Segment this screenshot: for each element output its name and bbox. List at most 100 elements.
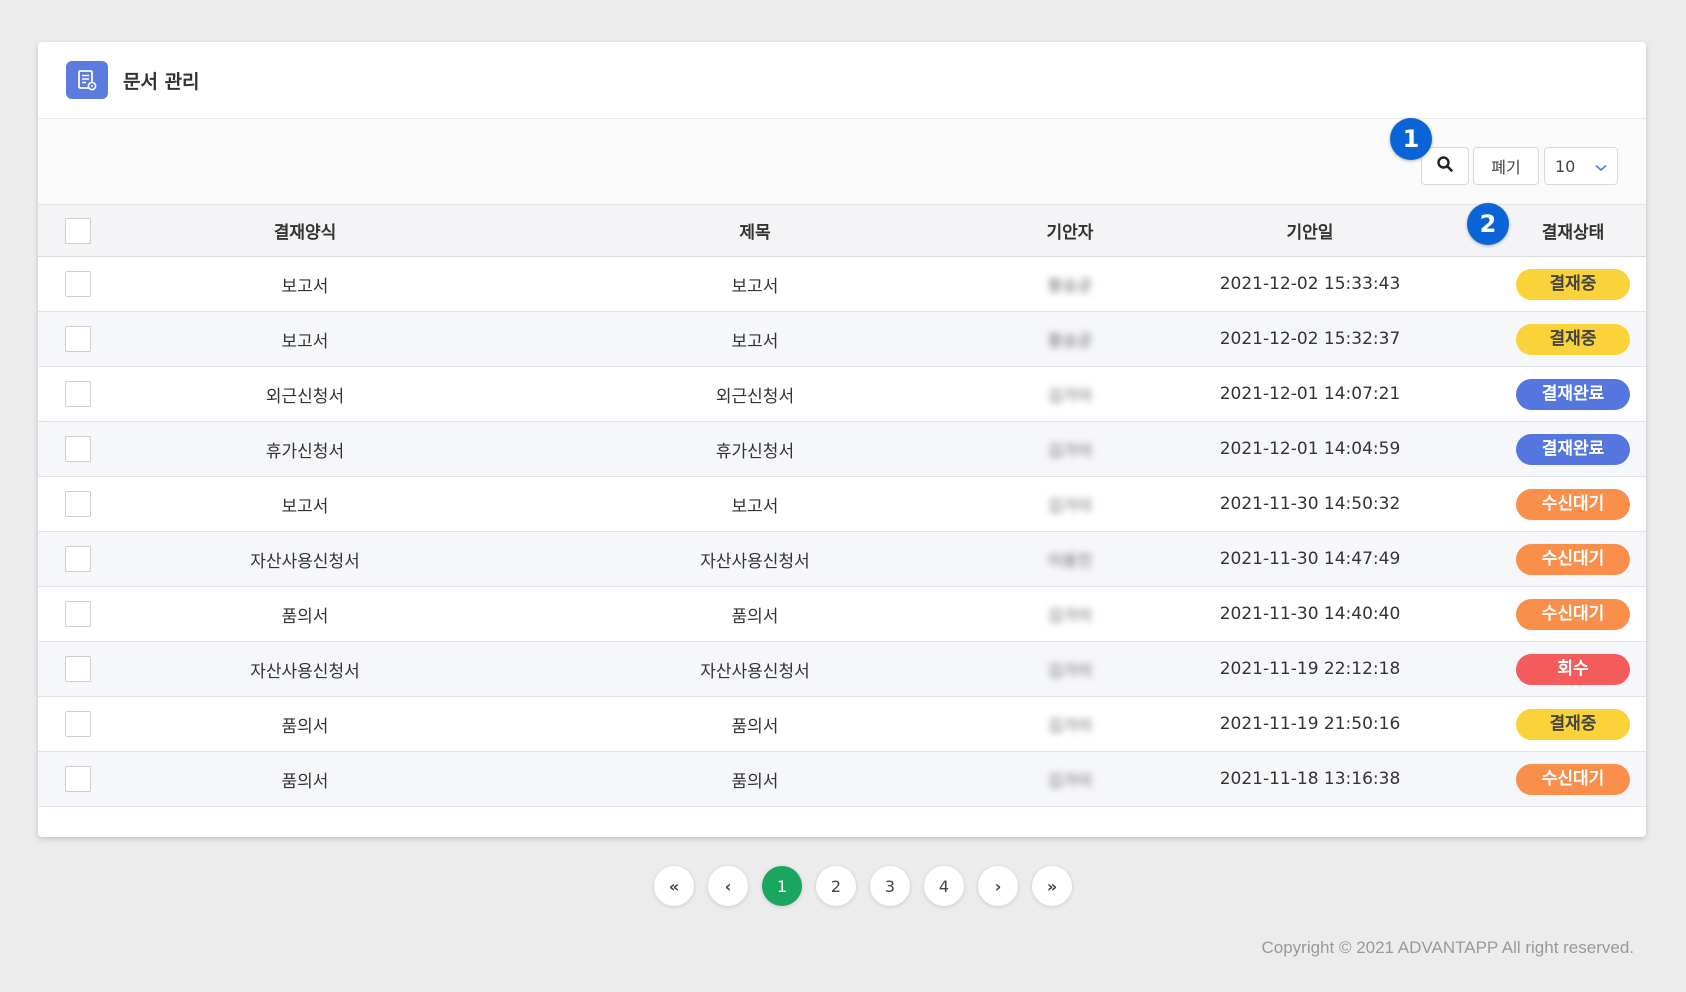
discard-button[interactable]: 폐기 — [1473, 147, 1539, 185]
status-badge: 결재중 — [1516, 323, 1630, 355]
row-checkbox[interactable] — [65, 326, 91, 352]
table-row[interactable]: 보고서 보고서 김가이 2021-11-30 14:50:32 수신대기 — [38, 477, 1646, 532]
table-row[interactable]: 품의서 품의서 김가이 2021-11-18 13:16:38 수신대기 — [38, 751, 1646, 807]
row-checkbox[interactable] — [65, 436, 91, 462]
chevron-left-icon: ‹ — [724, 876, 732, 896]
cell-drafter: 김가이 — [1047, 606, 1093, 625]
card-header: 문서 관리 — [38, 42, 1646, 119]
search-button[interactable] — [1421, 147, 1469, 185]
page-button-4[interactable]: 4 — [924, 866, 964, 906]
last-page-button[interactable]: » — [1032, 866, 1072, 906]
prev-page-button[interactable]: ‹ — [708, 866, 748, 906]
table-row[interactable]: 자산사용신청서 자산사용신청서 김가이 2021-11-19 22:12:18 회수 — [38, 641, 1646, 697]
page-button-1[interactable]: 1 — [762, 866, 802, 906]
page-title: 문서 관리 — [123, 70, 200, 93]
cell-form: 보고서 — [281, 331, 329, 352]
page-button-2[interactable]: 2 — [816, 866, 856, 906]
table-row[interactable]: 보고서 보고서 황승균 2021-12-02 15:33:43 결재중 — [38, 257, 1646, 312]
cell-drafter: 김가이 — [1047, 496, 1093, 515]
cell-title[interactable]: 보고서 — [490, 477, 1020, 532]
status-badge: 수신대기 — [1516, 598, 1630, 630]
table-body: 보고서 보고서 황승균 2021-12-02 15:33:43 결재중 보고서 보고서 황승균… — [38, 257, 1646, 807]
next-page-button[interactable]: › — [978, 866, 1018, 906]
row-checkbox[interactable] — [65, 601, 91, 627]
status-badge: 결재완료 — [1516, 433, 1630, 465]
cell-title[interactable]: 보고서 — [490, 257, 1020, 312]
cell-date: 2021-12-02 15:33:43 — [1219, 274, 1401, 294]
callout-badge-1: 1 — [1390, 118, 1432, 160]
document-table: 결재양식 제목 기안자 기안일 결재상태 보고서 보고서 황승균 2021-12-02… — [38, 204, 1646, 807]
cell-date: 2021-11-19 22:12:18 — [1219, 659, 1401, 679]
cell-date: 2021-11-19 21:50:16 — [1219, 714, 1401, 734]
row-checkbox[interactable] — [65, 656, 91, 682]
first-page-button[interactable]: « — [654, 866, 694, 906]
cell-drafter: 김가이 — [1047, 386, 1093, 405]
chevron-down-icon — [1595, 157, 1607, 176]
row-checkbox[interactable] — [65, 546, 91, 572]
cell-date: 2021-11-30 14:40:40 — [1219, 604, 1401, 624]
cell-drafter: 황승균 — [1047, 276, 1093, 295]
table-row[interactable]: 외근신청서 외근신청서 김가이 2021-12-01 14:07:21 결재완료 — [38, 367, 1646, 422]
cell-form: 자산사용신청서 — [250, 661, 360, 682]
page-size-select[interactable]: 10 — [1544, 147, 1618, 185]
table-header-row: 결재양식 제목 기안자 기안일 결재상태 — [38, 204, 1646, 257]
cell-title[interactable]: 휴가신청서 — [490, 422, 1020, 477]
page-size-value: 10 — [1555, 156, 1576, 176]
table-row[interactable]: 품의서 품의서 김가이 2021-11-30 14:40:40 수신대기 — [38, 587, 1646, 642]
document-icon — [66, 61, 108, 99]
row-checkbox[interactable] — [65, 766, 91, 792]
search-icon — [1436, 155, 1454, 177]
cell-date: 2021-12-01 14:04:59 — [1219, 439, 1401, 459]
cell-form: 보고서 — [281, 276, 329, 297]
row-checkbox[interactable] — [65, 381, 91, 407]
cell-title[interactable]: 자산사용신청서 — [490, 532, 1020, 587]
row-checkbox[interactable] — [65, 711, 91, 737]
chevron-right-icon: › — [994, 876, 1002, 896]
status-badge: 회수 — [1516, 653, 1630, 685]
row-checkbox[interactable] — [65, 491, 91, 517]
cell-form: 품의서 — [281, 606, 329, 627]
pagination: « ‹ 1 2 3 4 › » — [654, 866, 1072, 906]
cell-drafter: 김가이 — [1047, 771, 1093, 790]
cell-drafter: 이용진 — [1047, 551, 1093, 570]
cell-title[interactable]: 외근신청서 — [490, 367, 1020, 422]
column-header-date[interactable]: 기안일 — [1120, 205, 1500, 257]
callout-badge-2: 2 — [1467, 203, 1509, 245]
document-management-card: 문서 관리 폐기 10 결재양식 제목 기안자 기안일 결재상태 보고서 보고서… — [38, 42, 1646, 837]
copyright-text: Copyright © 2021 ADVANTAPP All right res… — [1261, 938, 1634, 957]
status-badge: 수신대기 — [1516, 488, 1630, 520]
table-row[interactable]: 품의서 품의서 김가이 2021-11-19 21:50:16 결재중 — [38, 697, 1646, 752]
cell-date: 2021-11-30 14:47:49 — [1219, 549, 1401, 569]
cell-title[interactable]: 품의서 — [490, 697, 1020, 752]
cell-date: 2021-11-18 13:16:38 — [1219, 769, 1401, 789]
column-header-form[interactable]: 결재양식 — [120, 205, 490, 257]
cell-title[interactable]: 보고서 — [490, 312, 1020, 367]
cell-date: 2021-11-30 14:50:32 — [1219, 494, 1401, 514]
cell-form: 자산사용신청서 — [250, 551, 360, 572]
cell-title[interactable]: 품의서 — [490, 587, 1020, 642]
table-row[interactable]: 휴가신청서 휴가신청서 김가이 2021-12-01 14:04:59 결재완료 — [38, 421, 1646, 477]
cell-drafter: 김가이 — [1047, 441, 1093, 460]
status-badge: 결재중 — [1516, 708, 1630, 740]
cell-drafter: 김가이 — [1047, 716, 1093, 735]
cell-drafter: 김가이 — [1047, 661, 1093, 680]
status-badge: 결재중 — [1516, 268, 1630, 300]
double-chevron-right-icon: » — [1046, 876, 1058, 896]
cell-title[interactable]: 품의서 — [490, 752, 1020, 807]
cell-form: 품의서 — [281, 771, 329, 792]
column-header-status[interactable]: 결재상태 — [1500, 205, 1646, 257]
status-badge: 수신대기 — [1516, 763, 1630, 795]
row-checkbox[interactable] — [65, 271, 91, 297]
column-header-title[interactable]: 제목 — [490, 205, 1020, 257]
cell-form: 품의서 — [281, 716, 329, 737]
column-header-drafter[interactable]: 기안자 — [1020, 205, 1120, 257]
select-all-checkbox[interactable] — [65, 217, 91, 244]
cell-title[interactable]: 자산사용신청서 — [490, 642, 1020, 697]
table-row[interactable]: 보고서 보고서 황승균 2021-12-02 15:32:37 결재중 — [38, 311, 1646, 367]
cell-date: 2021-12-01 14:07:21 — [1219, 384, 1401, 404]
status-badge: 수신대기 — [1516, 543, 1630, 575]
cell-form: 휴가신청서 — [265, 441, 345, 462]
page-button-3[interactable]: 3 — [870, 866, 910, 906]
table-row[interactable]: 자산사용신청서 자산사용신청서 이용진 2021-11-30 14:47:49 수신대기 — [38, 531, 1646, 587]
cell-form: 보고서 — [281, 496, 329, 517]
